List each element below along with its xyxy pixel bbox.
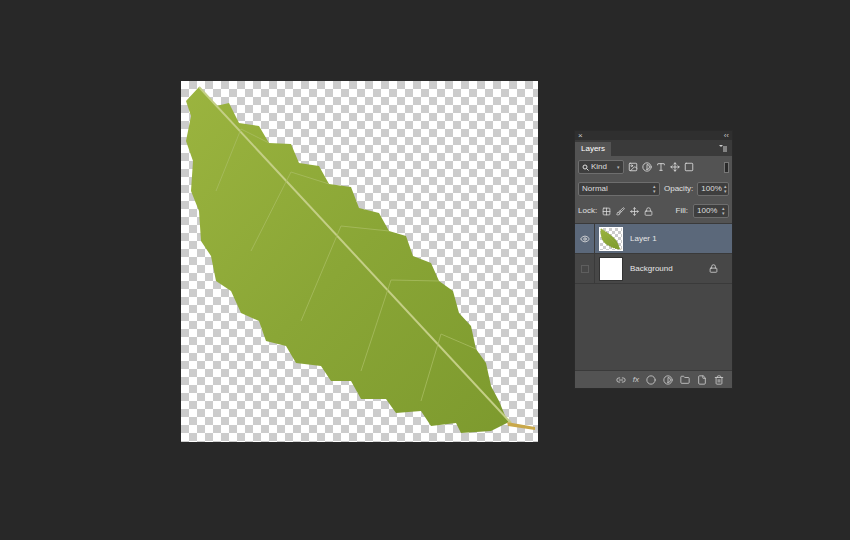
dropdown-arrow-icon: ▴▾ — [722, 206, 725, 216]
add-mask-icon[interactable] — [646, 375, 656, 385]
layer-thumbnail-leaf — [600, 228, 622, 250]
link-layers-icon[interactable] — [616, 375, 626, 385]
fill-field[interactable]: 100%▴▾ — [693, 204, 729, 218]
visibility-toggle[interactable] — [581, 265, 589, 273]
blend-row: Normal▴▾Opacity:100%▴▾ — [578, 181, 729, 197]
new-adjustment-icon[interactable] — [663, 375, 673, 385]
new-layer-icon[interactable] — [697, 375, 707, 385]
dropdown-arrow-icon: ▴▾ — [653, 184, 656, 194]
pixel-filter-icon[interactable] — [628, 162, 638, 172]
filter-toggle[interactable] — [724, 162, 729, 173]
adjustment-filter-icon[interactable] — [642, 162, 652, 172]
delete-layer-icon[interactable] — [714, 375, 724, 385]
panel-tab-bar: Layers — [575, 140, 732, 156]
lock-position-icon[interactable] — [630, 207, 639, 216]
leaf-image — [181, 81, 538, 442]
panel-title-bar: × ‹‹ — [575, 131, 732, 140]
layer-row[interactable]: Layer 1 — [575, 224, 732, 254]
type-filter-icon[interactable] — [656, 162, 666, 172]
panel-bottom-bar: fx — [575, 370, 732, 388]
smart-object-filter-icon[interactable] — [684, 162, 694, 172]
lock-all-icon[interactable] — [644, 207, 653, 216]
layer-style-button[interactable]: fx — [633, 374, 639, 386]
document-canvas[interactable] — [181, 81, 538, 442]
layer-row[interactable]: Background — [575, 254, 732, 284]
new-group-icon[interactable] — [680, 375, 690, 385]
layers-panel: × ‹‹ Layers Kind▾ Normal▴▾Opacity:100%▴▾ Lock… — [574, 130, 733, 389]
layer-thumbnail — [599, 227, 623, 251]
filter-kind-dropdown[interactable]: Kind▾ — [578, 160, 624, 174]
layer-lock-icon — [709, 264, 718, 273]
layer-thumbnail — [599, 257, 623, 281]
lock-transparency-icon[interactable] — [602, 207, 611, 216]
close-button[interactable]: × — [578, 132, 583, 140]
collapse-button[interactable]: ‹‹ — [724, 132, 729, 140]
opacity-field[interactable]: 100%▴▾ — [697, 182, 729, 196]
layer-list: Layer 1Background — [575, 223, 732, 370]
shape-filter-icon[interactable] — [670, 162, 680, 172]
filter-row: Kind▾ — [578, 159, 729, 175]
lock-pixels-icon[interactable] — [616, 207, 625, 216]
visibility-eye-icon[interactable] — [580, 234, 590, 244]
photoshop-workspace: × ‹‹ Layers Kind▾ Normal▴▾Opacity:100%▴▾ Lock… — [0, 0, 850, 540]
panel-menu-icon[interactable] — [718, 144, 728, 153]
lock-row: Lock:Fill:100%▴▾ — [578, 203, 729, 219]
panel-tab[interactable]: Layers — [575, 142, 611, 156]
dropdown-arrow-icon: ▴▾ — [724, 184, 727, 194]
blend-mode-dropdown[interactable]: Normal▴▾ — [578, 182, 660, 196]
search-icon — [582, 164, 589, 171]
